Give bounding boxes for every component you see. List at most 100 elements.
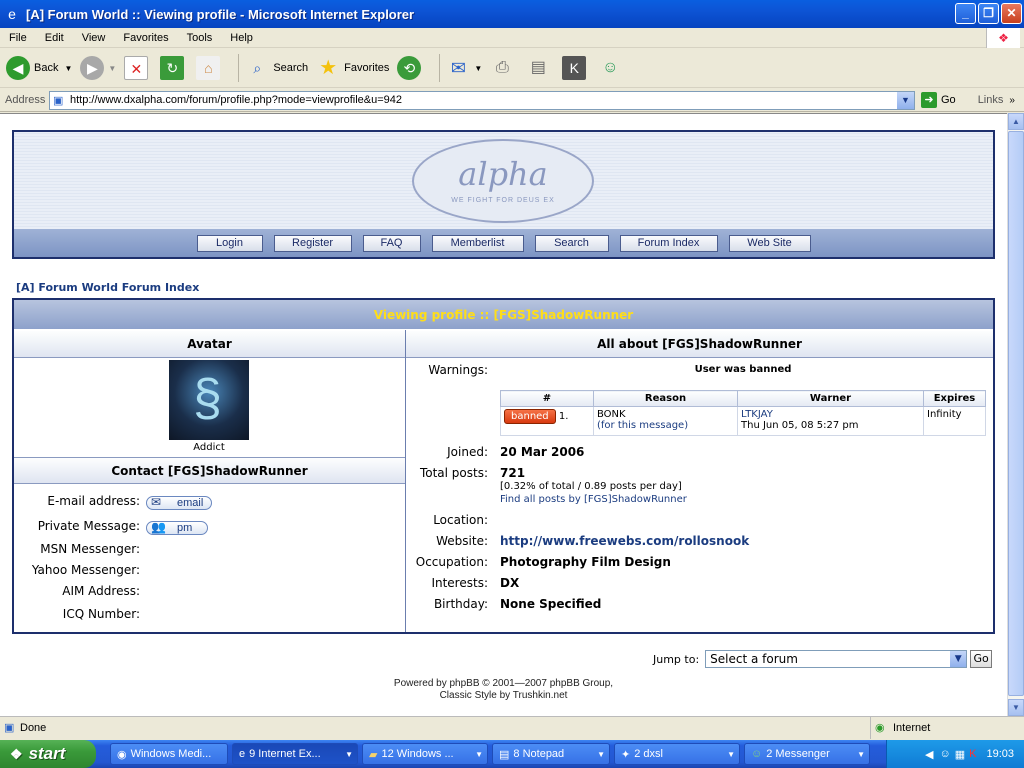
nav-web-site[interactable]: Web Site <box>728 234 811 252</box>
group-arrow-icon: ▼ <box>857 749 865 759</box>
links-chevron-icon[interactable]: » <box>1009 95 1015 106</box>
menu-tools[interactable]: Tools <box>178 32 222 44</box>
nav-register[interactable]: Register <box>273 234 352 252</box>
website-link[interactable]: http://www.freewebs.com/rollosnook <box>500 534 749 548</box>
group-arrow-icon: ▼ <box>597 749 605 759</box>
folder-icon: ▰ <box>369 748 378 761</box>
home-button[interactable]: ⌂ <box>196 56 224 80</box>
close-button[interactable]: ✕ <box>1001 3 1022 24</box>
warner-link[interactable]: LTKJAY <box>741 409 920 420</box>
page-viewport: alpha WE FIGHT FOR DEUS EX Login Registe… <box>0 113 1007 716</box>
links-button[interactable]: Links <box>978 94 1004 106</box>
back-arrow-icon: ◀ <box>6 56 30 80</box>
go-button[interactable]: ➜ Go <box>921 92 956 108</box>
go-arrow-icon: ➜ <box>921 92 937 108</box>
jump-go-button[interactable]: Go <box>970 650 993 668</box>
address-input[interactable]: ▣ http://www.dxalpha.com/forum/profile.p… <box>49 90 915 110</box>
forum-select[interactable]: Select a forum ▼ <box>705 650 968 668</box>
email-label: E-mail address: <box>47 494 140 508</box>
favorites-button[interactable]: ★ Favorites <box>316 56 389 80</box>
status-bar: ▣ Done ◉ Internet <box>0 716 1024 739</box>
network-icon[interactable]: ▦ <box>955 748 965 761</box>
mail-dropdown-icon[interactable]: ▼ <box>474 64 482 73</box>
star-icon: ★ <box>319 57 338 79</box>
menu-file[interactable]: File <box>0 32 36 44</box>
chevron-down-icon[interactable]: ▼ <box>950 651 967 667</box>
messenger-button[interactable]: ☺ <box>598 56 626 80</box>
address-dropdown-icon[interactable]: ▼ <box>897 91 914 109</box>
notepad-icon: ▤ <box>499 748 510 761</box>
warn-number-cell: banned 1. <box>500 406 594 436</box>
mail-button[interactable]: ✉ ▼ <box>446 56 482 80</box>
forward-button[interactable]: ▶ ▼ <box>80 56 116 80</box>
refresh-button[interactable]: ↻ <box>160 56 188 80</box>
antivirus-icon[interactable]: K <box>969 748 976 760</box>
system-tray: ◀ ☺ ▦ K 19:03 <box>886 740 1024 768</box>
task-dxsl[interactable]: ✦ 2 dxsl ▼ <box>614 743 740 765</box>
posts-label: Total posts: <box>419 466 488 480</box>
reason-message-link[interactable]: (for this message) <box>597 420 734 431</box>
nav-login[interactable]: Login <box>196 234 263 252</box>
back-dropdown-icon[interactable]: ▼ <box>64 64 72 73</box>
pm-button[interactable]: 👥 pm <box>146 521 208 535</box>
menu-help[interactable]: Help <box>221 32 262 44</box>
status-page-icon: ▣ <box>4 722 15 734</box>
toolbar: ◀ Back ▼ ▶ ▼ ✕ ↻ ⌂ ⌕ Search ★ Favorites … <box>0 49 1024 88</box>
scroll-thumb[interactable] <box>1008 131 1024 696</box>
vertical-scrollbar[interactable]: ▲ ▼ <box>1007 113 1024 716</box>
birthday-label: Birthday: <box>433 597 488 611</box>
banned-badge: banned <box>504 409 556 424</box>
aim-label: AIM Address: <box>62 584 140 598</box>
task-windows-explorer[interactable]: ▰ 12 Windows ... ▼ <box>362 743 488 765</box>
col-warner: Warner <box>737 390 924 407</box>
forward-dropdown-icon[interactable]: ▼ <box>108 64 116 73</box>
menu-bar: File Edit View Favorites Tools Help <box>0 28 1024 48</box>
scroll-up-icon[interactable]: ▲ <box>1008 113 1024 130</box>
minimize-button[interactable]: _ <box>955 3 976 24</box>
messenger-tray-icon[interactable]: ☺ <box>939 748 950 760</box>
location-label: Location: <box>433 513 488 527</box>
back-button[interactable]: ◀ Back ▼ <box>6 56 72 80</box>
task-messenger[interactable]: ☺ 2 Messenger ▼ <box>744 743 870 765</box>
yahoo-label: Yahoo Messenger: <box>31 563 140 577</box>
tray-icon[interactable]: ◀ <box>925 748 933 761</box>
dxsl-icon: ✦ <box>621 748 631 761</box>
col-expires: Expires <box>923 390 986 407</box>
occupation-value: Photography Film Design <box>500 555 671 569</box>
menu-favorites[interactable]: Favorites <box>114 32 177 44</box>
email-button[interactable]: ✉ email <box>146 496 212 510</box>
group-arrow-icon: ▼ <box>727 749 735 759</box>
address-bar: Address ▣ http://www.dxalpha.com/forum/p… <box>0 89 1024 112</box>
stop-button[interactable]: ✕ <box>124 56 152 80</box>
address-label: Address <box>5 94 46 106</box>
task-notepad[interactable]: ▤ 8 Notepad ▼ <box>492 743 610 765</box>
print-button[interactable]: ⎙ <box>490 56 518 80</box>
menu-edit[interactable]: Edit <box>36 32 73 44</box>
warnings-status: User was banned <box>694 364 792 375</box>
nav-faq[interactable]: FAQ <box>362 234 421 252</box>
history-button[interactable]: ⟲ <box>397 56 425 80</box>
edit-button[interactable]: ▤ <box>526 56 554 80</box>
k-button[interactable]: K <box>562 56 590 80</box>
toolbar-separator <box>439 54 441 82</box>
windows-logo-icon: ❖ <box>986 28 1020 48</box>
nav-memberlist[interactable]: Memberlist <box>431 234 524 252</box>
maximize-button[interactable]: ❐ <box>978 3 999 24</box>
find-posts-link[interactable]: Find all posts by [FGS]ShadowRunner <box>500 494 687 505</box>
clock[interactable]: 19:03 <box>986 748 1014 760</box>
icq-label: ICQ Number: <box>62 607 140 621</box>
nav-forum-index[interactable]: Forum Index <box>619 234 718 252</box>
menu-view[interactable]: View <box>73 32 115 44</box>
task-internet-explorer[interactable]: e9 Internet Ex... ▼ <box>232 743 358 765</box>
site-logo[interactable]: alpha WE FIGHT FOR DEUS EX <box>412 139 594 223</box>
scroll-down-icon[interactable]: ▼ <box>1008 699 1024 716</box>
start-button[interactable]: ❖ start <box>0 740 96 768</box>
forum-index-link[interactable]: [A] Forum World Forum Index <box>16 281 199 294</box>
search-button[interactable]: ⌕ Search <box>245 56 308 80</box>
home-icon: ⌂ <box>196 56 221 80</box>
task-windows-media[interactable]: ◉ Windows Medi... <box>110 743 228 765</box>
edit-icon: ▤ <box>530 59 546 76</box>
nav-search[interactable]: Search <box>534 234 609 252</box>
search-icon: ⌕ <box>253 60 262 76</box>
media-player-icon: ◉ <box>117 748 127 761</box>
